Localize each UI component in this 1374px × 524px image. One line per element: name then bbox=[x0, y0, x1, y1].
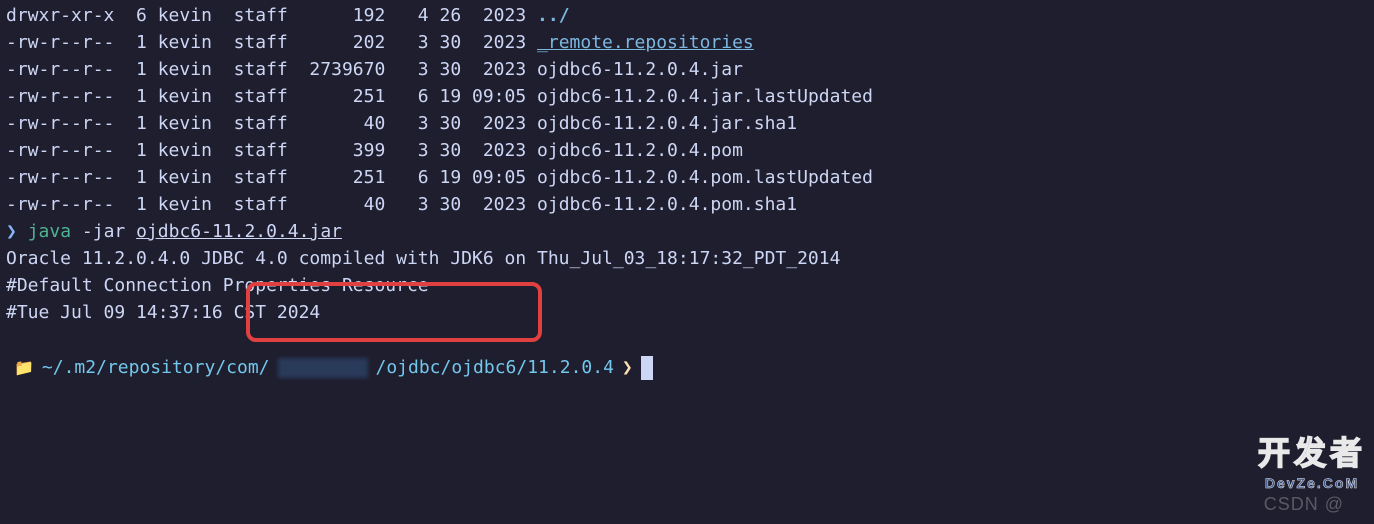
prompt-arrow-icon: ❯ bbox=[6, 221, 17, 242]
folder-icon: 📁 bbox=[14, 356, 34, 380]
file-name: ojdbc6-11.2.0.4.jar.sha1 bbox=[537, 113, 797, 134]
prompt-end-arrow: ❯ bbox=[622, 354, 633, 381]
command-flag: -jar bbox=[82, 221, 125, 242]
prompt-path-post: /ojdbc/ojdbc6/11.2.0.4 bbox=[376, 354, 614, 381]
output-line: Oracle 11.2.0.4.0 JDBC 4.0 compiled with… bbox=[6, 245, 1368, 272]
ls-row: -rw-r--r-- 1 kevin staff 40 3 30 2023 oj… bbox=[6, 191, 1368, 218]
command-name: java bbox=[28, 221, 71, 242]
ls-row: -rw-r--r-- 1 kevin staff 202 3 30 2023 _… bbox=[6, 29, 1368, 56]
file-name: ojdbc6-11.2.0.4.jar bbox=[537, 59, 743, 80]
file-name: ojdbc6-11.2.0.4.pom bbox=[537, 140, 743, 161]
command-line[interactable]: ❯ java -jar ojdbc6-11.2.0.4.jar bbox=[6, 218, 1368, 245]
file-name: ojdbc6-11.2.0.4.jar.lastUpdated bbox=[537, 86, 873, 107]
output-line: #Default Connection Properties Resource bbox=[6, 272, 1368, 299]
file-name: ojdbc6-11.2.0.4.pom.lastUpdated bbox=[537, 167, 873, 188]
ls-row: -rw-r--r-- 1 kevin staff 40 3 30 2023 oj… bbox=[6, 110, 1368, 137]
prompt-path-pre: ~/.m2/repository/com/ bbox=[42, 354, 270, 381]
file-name: ojdbc6-11.2.0.4.pom.sha1 bbox=[537, 194, 797, 215]
shell-prompt[interactable]: 📁 ~/.m2/repository/com/ /ojdbc/ojdbc6/11.… bbox=[6, 354, 1368, 381]
file-name: ../ bbox=[537, 5, 570, 26]
prompt-path-redacted bbox=[278, 358, 368, 378]
terminal-output[interactable]: drwxr-xr-x 6 kevin staff 192 4 26 2023 .… bbox=[6, 2, 1368, 326]
ls-row: -rw-r--r-- 1 kevin staff 399 3 30 2023 o… bbox=[6, 137, 1368, 164]
ls-row: drwxr-xr-x 6 kevin staff 192 4 26 2023 .… bbox=[6, 2, 1368, 29]
ls-row: -rw-r--r-- 1 kevin staff 251 6 19 09:05 … bbox=[6, 164, 1368, 191]
command-arg: ojdbc6-11.2.0.4.jar bbox=[136, 221, 342, 242]
output-line: #Tue Jul 09 14:37:16 CST 2024 bbox=[6, 299, 1368, 326]
ls-row: -rw-r--r-- 1 kevin staff 251 6 19 09:05 … bbox=[6, 83, 1368, 110]
ls-row: -rw-r--r-- 1 kevin staff 2739670 3 30 20… bbox=[6, 56, 1368, 83]
file-name: _remote.repositories bbox=[537, 32, 754, 53]
watermark-devze: 开发者 DevZe.CoM bbox=[1258, 429, 1366, 494]
watermark-csdn: CSDN @ bbox=[1264, 491, 1344, 518]
cursor bbox=[641, 356, 653, 380]
